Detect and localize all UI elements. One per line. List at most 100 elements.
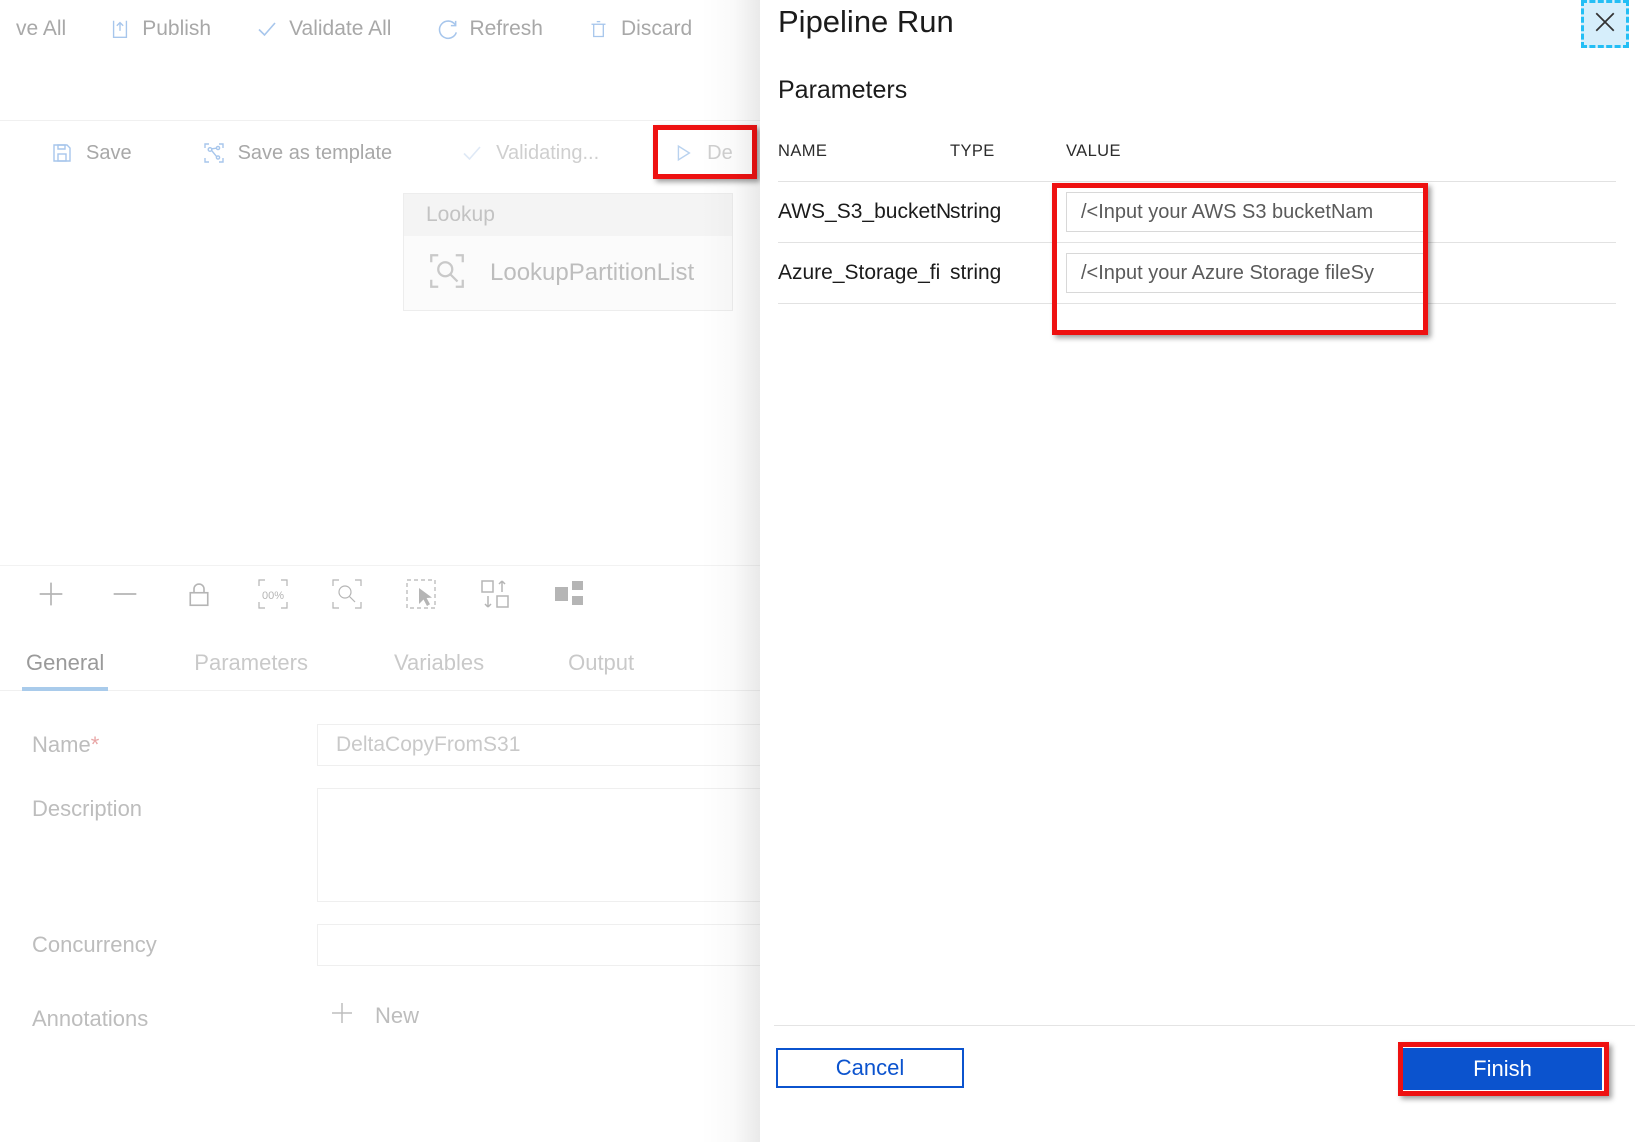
toolbar-button-discard[interactable]: Discard: [575, 0, 704, 58]
concurrency-control: [317, 924, 820, 966]
floppy-save-icon: [50, 141, 74, 165]
parameter-name: AWS_S3_bucketN: [778, 200, 950, 223]
toolbar-label-refresh: Refresh: [469, 17, 543, 40]
name-input[interactable]: DeltaCopyFromS31: [317, 724, 820, 766]
zoom-out-button[interactable]: [102, 573, 148, 619]
description-control: [317, 788, 820, 902]
add-annotation-label: New: [375, 1003, 420, 1028]
cancel-button[interactable]: Cancel: [776, 1048, 964, 1088]
parameter-type: string: [950, 200, 1002, 223]
panel-title: Pipeline Run: [778, 4, 954, 39]
zoom-in-plus-icon: [34, 577, 68, 616]
publish-upload-icon: [108, 17, 132, 41]
checkmark-icon: [255, 17, 279, 41]
checkmark-icon: [460, 141, 484, 165]
concurrency-input[interactable]: [317, 924, 820, 966]
zoom-in-button[interactable]: [28, 573, 74, 619]
pipeline-toolbar: Save Save as template Validating... De: [0, 120, 760, 186]
layout-nodes-icon: [552, 577, 586, 616]
pipeline-label-save-as-template: Save as template: [237, 141, 393, 164]
tab-output-label: Output: [568, 650, 635, 675]
refresh-icon: [435, 17, 459, 41]
close-button[interactable]: [1581, 0, 1629, 48]
annotations-control: New: [317, 998, 760, 1034]
parameter-value-cell: /<Input your AWS S3 bucketNam: [1066, 192, 1616, 232]
concurrency-label: Concurrency: [32, 932, 157, 957]
zoom-100-button[interactable]: 00%: [250, 573, 296, 619]
pipeline-button-save-as-template[interactable]: Save as template: [186, 122, 409, 184]
name-control: DeltaCopyFromS31: [317, 724, 820, 766]
activity-node-type-label: Lookup: [404, 194, 732, 236]
toolbar-button-save-all[interactable]: ve All: [0, 0, 78, 58]
form-row-description: Description: [0, 788, 820, 902]
general-tab-form: Name* DeltaCopyFromS31 Description Concu…: [0, 700, 820, 1034]
tab-variables-label: Variables: [394, 650, 485, 675]
debug-button-highlight: [653, 125, 757, 179]
toolbar-button-publish[interactable]: Publish: [96, 0, 223, 58]
tab-parameters[interactable]: Parameters: [168, 650, 334, 690]
name-label: Name*: [32, 724, 317, 758]
form-row-concurrency: Concurrency: [0, 924, 820, 966]
layout-nodes-button[interactable]: [546, 573, 592, 619]
lock-canvas-button[interactable]: [176, 573, 222, 619]
parameter-type: string: [950, 261, 1002, 284]
parameter-name: Azure_Storage_fi: [778, 261, 941, 284]
parameters-table-body: AWS_S3_bucketN string /<Input your AWS S…: [778, 181, 1616, 304]
svg-text:00%: 00%: [262, 590, 284, 602]
lookup-magnifier-icon: [426, 250, 468, 297]
toolbar-button-validate-all[interactable]: Validate All: [243, 0, 403, 58]
zoom-out-minus-icon: [108, 577, 142, 616]
column-header-name: NAME: [778, 142, 828, 160]
table-row: AWS_S3_bucketN string /<Input your AWS S…: [778, 181, 1616, 242]
auto-align-icon: [478, 577, 512, 616]
tab-parameters-label: Parameters: [194, 650, 308, 675]
canvas-toolbar: 00%: [0, 565, 788, 626]
plus-icon: [327, 998, 357, 1034]
trash-icon: [587, 17, 611, 41]
parameter-value-cell: /<Input your Azure Storage fileSy: [1066, 253, 1616, 293]
pipeline-label-validating: Validating...: [496, 141, 600, 164]
required-asterisk: *: [90, 732, 100, 757]
zoom-100-percent-icon: 00%: [256, 577, 290, 616]
footer-divider: [774, 1025, 1635, 1026]
factory-toolbar: ve All Publish Validate All Refresh Disc…: [0, 0, 760, 58]
close-x-icon: [1590, 7, 1620, 42]
pipeline-run-panel: Pipeline Run Parameters NAME TYPE VALUE …: [760, 0, 1635, 1142]
pipeline-button-save[interactable]: Save: [34, 122, 148, 184]
template-share-icon: [202, 141, 226, 165]
table-row: Azure_Storage_fi string /<Input your Azu…: [778, 242, 1616, 303]
toolbar-label-validate-all: Validate All: [289, 17, 392, 40]
pipeline-status-validating: Validating...: [444, 122, 615, 184]
tab-output[interactable]: Output: [542, 650, 660, 690]
form-row-annotations: Annotations New: [0, 998, 760, 1034]
data-factory-background: ve All Publish Validate All Refresh Disc…: [0, 0, 820, 1142]
toolbar-label-save-all: ve All: [16, 17, 67, 40]
activity-node-lookup[interactable]: Lookup LookupPartitionList: [403, 193, 733, 311]
description-input[interactable]: [317, 788, 820, 902]
tab-variables[interactable]: Variables: [368, 650, 510, 690]
zoom-to-fit-icon: [330, 577, 364, 616]
parameter-value-input[interactable]: /<Input your Azure Storage fileSy: [1066, 253, 1426, 293]
annotations-label: Annotations: [32, 1006, 149, 1031]
zoom-to-fit-button[interactable]: [324, 573, 370, 619]
column-header-type: TYPE: [950, 142, 995, 160]
name-label-text: Name: [32, 732, 91, 757]
tab-general-label: General: [26, 650, 105, 675]
tab-general[interactable]: General: [0, 650, 130, 691]
toolbar-button-refresh[interactable]: Refresh: [423, 0, 555, 58]
add-annotation-button[interactable]: New: [327, 998, 760, 1034]
select-mode-button[interactable]: [398, 573, 444, 619]
finish-button[interactable]: Finish: [1403, 1048, 1602, 1090]
pipeline-canvas[interactable]: Lookup LookupPartitionList: [0, 185, 760, 565]
column-header-value: VALUE: [1066, 142, 1121, 160]
toolbar-label-publish: Publish: [142, 17, 212, 40]
parameters-section-title: Parameters: [778, 76, 908, 104]
parameter-value-input[interactable]: /<Input your AWS S3 bucketNam: [1066, 192, 1426, 232]
description-label: Description: [32, 796, 143, 821]
auto-align-button[interactable]: [472, 573, 518, 619]
activity-node-body: LookupPartitionList: [404, 236, 732, 310]
pipeline-label-save: Save: [86, 141, 132, 164]
detail-tab-bar: General Parameters Variables Output: [0, 632, 760, 691]
parameters-table: NAME TYPE VALUE AWS_S3_bucketN string /<…: [778, 142, 1616, 304]
select-pointer-icon: [404, 577, 438, 616]
